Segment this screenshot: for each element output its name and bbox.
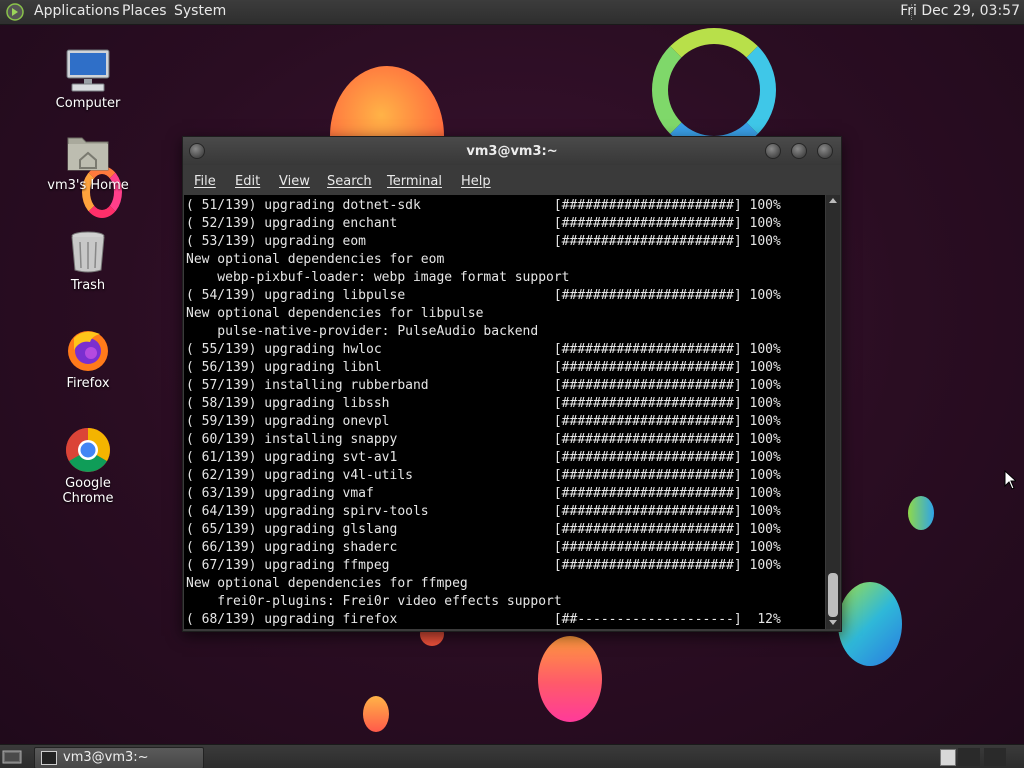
menu-file[interactable]: File (194, 174, 216, 189)
top-panel: Applications Places System Fri Dec 29, 0… (0, 0, 1024, 25)
bottom-panel: vm3@vm3:~ (0, 744, 1024, 768)
terminal-icon (41, 751, 57, 765)
desktop-icon-label: Google Chrome (62, 476, 114, 506)
places-menu[interactable]: Places (122, 3, 167, 19)
close-button[interactable] (817, 143, 833, 159)
desktop-icon-firefox[interactable]: Firefox (38, 326, 138, 391)
small-orange-blob (363, 696, 389, 732)
home-folder-icon (67, 137, 109, 171)
scroll-down-arrow-icon[interactable] (829, 620, 837, 625)
scroll-up-arrow-icon[interactable] (829, 198, 837, 203)
taskbar-window-button[interactable]: vm3@vm3:~ (34, 747, 204, 768)
desktop-icon-label: Computer (55, 96, 121, 111)
terminal-scrollbar[interactable] (826, 195, 840, 629)
workspace-2[interactable] (958, 748, 980, 766)
window-titlebar[interactable]: vm3@vm3:~ (183, 137, 841, 165)
menu-help[interactable]: Help (461, 174, 491, 189)
orange-pink-blob (538, 636, 602, 722)
applications-menu[interactable]: Applications (34, 3, 120, 19)
menu-terminal[interactable]: Terminal (387, 174, 442, 189)
terminal-window[interactable]: vm3@vm3:~ File Edit View Search Terminal… (182, 136, 842, 632)
blue-green-blob (838, 582, 902, 666)
trash-icon (71, 231, 105, 273)
menu-search[interactable]: Search (327, 174, 372, 189)
desktop-icon-label: vm3's Home (47, 178, 129, 193)
terminal-text: ( 51/139) upgrading dotnet-sdk [########… (186, 198, 781, 627)
desktop-icon-label: Firefox (66, 376, 110, 391)
mouse-pointer-icon (1004, 470, 1016, 490)
gradient-ring (652, 28, 776, 152)
terminal-menubar: File Edit View Search Terminal Help (183, 165, 841, 195)
workspace-1[interactable] (940, 749, 956, 766)
scrollbar-thumb[interactable] (828, 573, 838, 617)
mate-logo-icon[interactable] (6, 3, 24, 21)
desktop-icon-label: Trash (70, 278, 106, 293)
desktop-icon-chrome[interactable]: Google Chrome (38, 426, 138, 506)
maximize-button[interactable] (791, 143, 807, 159)
chrome-icon (66, 428, 110, 472)
taskbar-window-label: vm3@vm3:~ (63, 750, 149, 765)
window-title: vm3@vm3:~ (466, 144, 558, 159)
clock[interactable]: Fri Dec 29, 03:57 (900, 3, 1020, 19)
workspace-3[interactable] (984, 748, 1006, 766)
firefox-icon (68, 331, 108, 371)
teal-blob (908, 496, 934, 530)
desktop-icon-home[interactable]: vm3's Home (38, 128, 138, 193)
desktop-icon-computer[interactable]: Computer (38, 46, 138, 111)
menu-edit[interactable]: Edit (235, 174, 260, 189)
show-desktop-icon[interactable] (2, 749, 22, 765)
desktop-icon-trash[interactable]: Trash (38, 228, 138, 293)
menu-view[interactable]: View (279, 174, 310, 189)
system-menu[interactable]: System (174, 3, 226, 19)
terminal-output[interactable]: ( 51/139) upgrading dotnet-sdk [########… (184, 195, 825, 629)
computer-icon (66, 49, 110, 92)
minimize-button[interactable] (765, 143, 781, 159)
